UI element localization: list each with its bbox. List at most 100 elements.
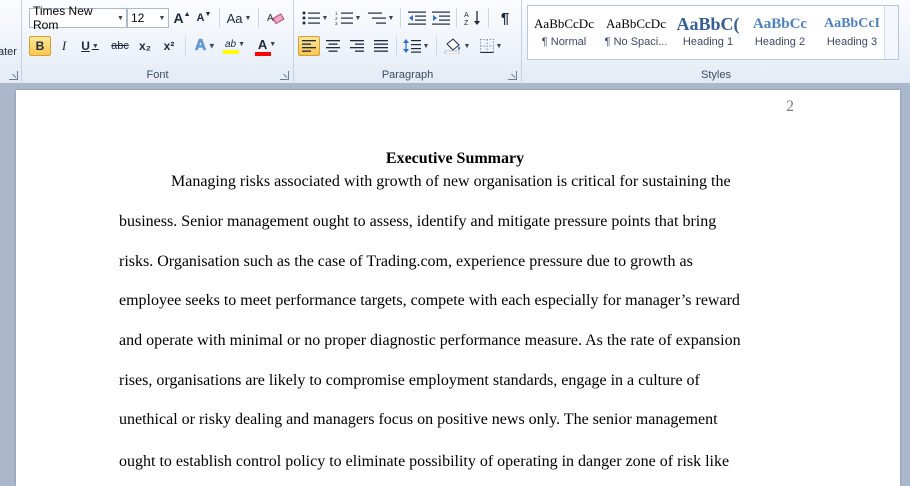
style-normal[interactable]: AaBbCcDc ¶ Normal [528,6,600,59]
font-name-value: Times New Rom [33,4,93,32]
change-case-button[interactable]: Aa ▼ [225,8,253,28]
highlight-icon: ab [224,38,237,50]
multilevel-list-button[interactable]: ▼ [367,8,395,28]
numbering-icon: 1 2 3 [335,11,353,25]
style-no-spacing-sample: AaBbCcDc [606,16,666,31]
justify-icon [374,40,388,52]
sort-icon: A Z [464,11,480,26]
italic-label: I [61,38,67,53]
paragraph-line: and operate with minimal or no proper di… [119,332,741,349]
style-heading-3[interactable]: AaBbCcI Heading 3 [816,6,888,59]
font-dialog-launcher-icon[interactable] [280,71,289,80]
highlight-color-bar [223,49,239,54]
font-size-value: 12 [131,11,145,25]
show-formatting-marks-button[interactable]: ¶ [494,8,516,28]
italic-button[interactable]: I [54,36,74,56]
font-color-button[interactable]: A ▼ [253,36,281,56]
svg-text:Z: Z [464,20,469,26]
font-name-combo[interactable]: Times New Rom ▼ [29,4,127,32]
multilevel-list-icon [367,12,386,24]
subscript-button[interactable]: x₂ [134,36,156,56]
clipboard-dialog-launcher-icon[interactable] [9,71,18,80]
clipboard-clipped-label: ater [0,46,17,58]
ribbon: ater Times New Rom ▼ 12 ▼ A▲ A▼ Aa▼ A [0,0,910,84]
paragraph-group: ▼ 1 2 3 ▼ ▼ A Z ¶ ▼ ▼ ▼ Paragraph [294,0,522,84]
clipboard-group: ater [0,0,22,84]
clear-formatting-button[interactable]: A [265,8,287,28]
decrease-indent-icon [408,11,426,25]
paragraph-line: employee seeks to meet performance targe… [119,292,740,309]
pilcrow-icon: ¶ [500,9,510,27]
line-spacing-icon [402,39,421,53]
paint-bucket-icon [444,38,460,54]
style-normal-sample: AaBbCcDc [534,16,594,31]
document-title: Executive Summary [385,150,525,167]
font-group: Times New Rom ▼ 12 ▼ A ▲ A ▼ Aa ▼ A B I … [22,0,294,84]
line-spacing-button[interactable]: ▼ [401,36,431,56]
paragraph-line: Managing risks associated with growth of… [171,173,731,190]
borders-button[interactable]: ▼ [476,36,506,56]
shading-button[interactable]: ▼ [442,36,472,56]
align-left-button[interactable] [298,36,320,56]
numbering-button[interactable]: 1 2 3 ▼ [334,8,362,28]
superscript-button[interactable]: x² [158,36,180,56]
font-group-label: Font [146,69,169,81]
grow-font-icon: A [173,10,184,26]
clear-formatting-icon: A [267,13,285,25]
styles-gallery: AaBbCcDc ¶ Normal AaBbCcDc ¶ No Spaci...… [527,5,899,60]
style-heading-2[interactable]: AaBbCc Heading 2 [744,6,816,59]
paragraph-line: ought to establish control policy to eli… [119,453,730,470]
sort-button[interactable]: A Z [462,8,484,28]
svg-text:3: 3 [335,21,338,25]
styles-group-label: Styles [701,69,731,81]
align-right-button[interactable] [346,36,368,56]
superscript-label: x² [163,39,175,53]
align-center-button[interactable] [322,36,344,56]
font-color-icon: A [257,36,268,52]
style-no-spacing-name: ¶ No Spaci... [604,36,668,48]
style-heading-1-sample: AaBbC( [676,14,740,34]
font-name-dropdown-icon[interactable]: ▼ [115,9,126,27]
text-effects-button[interactable]: A ▼ [192,36,218,56]
style-normal-name: ¶ Normal [541,36,587,48]
shrink-font-icon: A [196,12,205,24]
style-heading-1-name: Heading 1 [682,36,734,48]
decrease-indent-button[interactable] [406,8,428,28]
page-number: 2 [786,98,794,115]
highlight-button[interactable]: ab ▼ [221,36,249,56]
align-left-icon [302,40,316,52]
style-heading-2-name: Heading 2 [754,36,806,48]
justify-button[interactable] [370,36,392,56]
font-color-bar [255,51,271,56]
align-right-icon [350,40,364,52]
paragraph-line: unethical or risky dealing and managers … [119,411,718,428]
borders-icon [479,39,494,53]
paragraph-group-label: Paragraph [381,69,434,81]
paragraph-line: rises, organisations are likely to compr… [119,372,700,389]
paragraph-line: risks. Organisation such as the case of … [119,253,693,270]
paragraph-dialog-launcher-icon[interactable] [508,71,517,80]
bold-button[interactable]: B [29,36,51,56]
increase-indent-button[interactable] [430,8,452,28]
grow-font-button[interactable]: A ▲ [172,8,192,28]
subscript-label: x₂ [138,39,151,53]
paragraph-line: business. Senior management ought to ass… [119,213,717,230]
text-effects-icon: A [194,37,207,54]
font-size-combo[interactable]: 12 ▼ [127,8,169,28]
underline-button[interactable]: U ▼ [77,36,103,56]
align-center-icon [326,40,340,52]
bullets-button[interactable]: ▼ [301,8,329,28]
style-heading-1[interactable]: AaBbC( Heading 1 [672,6,744,59]
bullets-icon [302,11,320,25]
style-heading-3-sample: AaBbCcI [823,16,880,31]
underline-label: U [81,39,90,53]
font-size-dropdown-icon[interactable]: ▼ [156,9,168,27]
increase-indent-icon [432,11,450,25]
style-heading-2-sample: AaBbCc [752,16,808,32]
shrink-font-button[interactable]: A ▼ [194,8,214,28]
strikethrough-button[interactable]: abc [108,36,132,56]
style-no-spacing[interactable]: AaBbCcDc ¶ No Spaci... [600,6,672,59]
styles-gallery-scroll[interactable] [884,6,898,59]
bold-label: B [35,39,45,53]
strikethrough-label: abc [111,40,129,52]
